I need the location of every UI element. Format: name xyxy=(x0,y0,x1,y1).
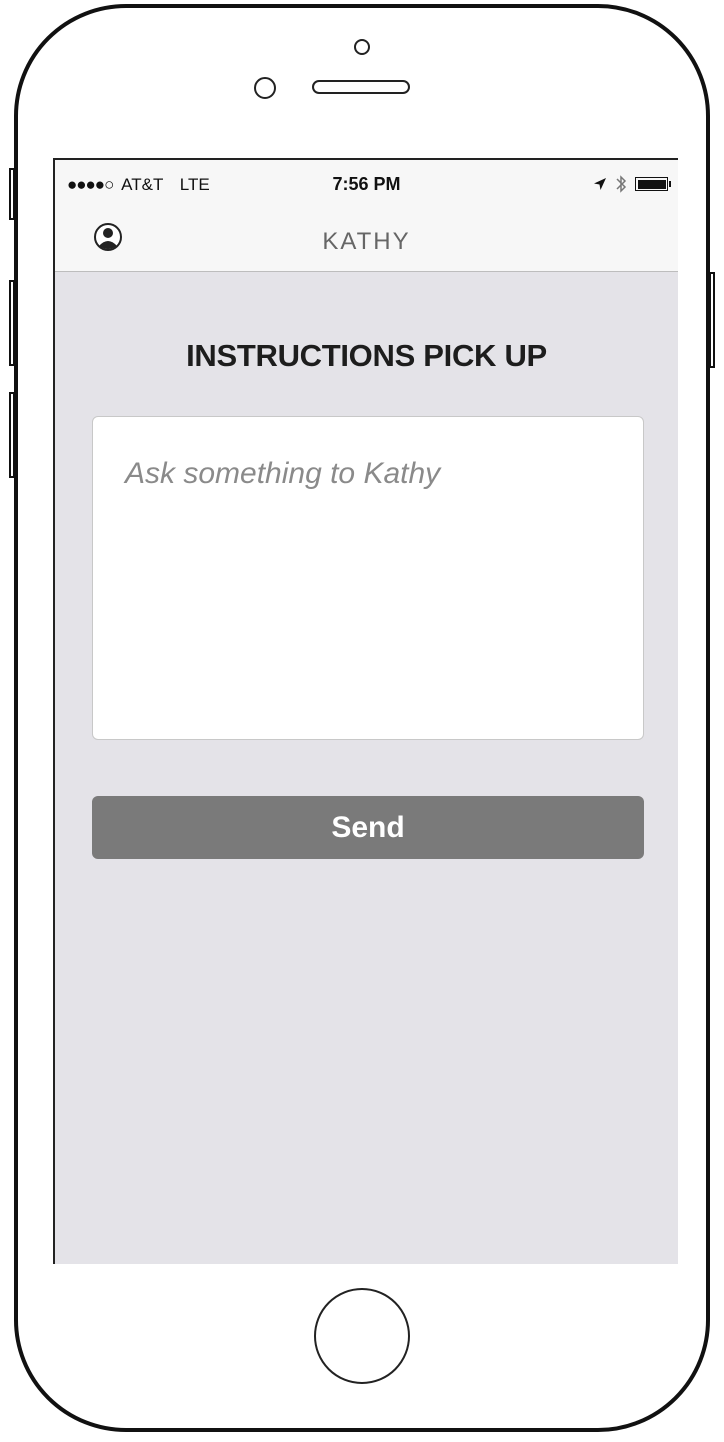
nav-title: KATHY xyxy=(322,228,411,255)
page-heading: INSTRUCTIONS PICK UP xyxy=(186,338,547,373)
mute-switch xyxy=(9,168,15,220)
front-camera xyxy=(354,39,370,55)
proximity-sensor xyxy=(254,77,276,99)
bluetooth-icon xyxy=(616,175,627,193)
status-bar: ●●●●○ AT&T LTE 7:56 PM xyxy=(55,160,678,208)
message-input[interactable]: Ask something to Kathy xyxy=(92,416,644,740)
power-button xyxy=(709,272,715,368)
volume-up-button xyxy=(9,280,15,366)
send-button[interactable]: Send xyxy=(92,796,644,859)
status-icons xyxy=(593,174,671,194)
earpiece-speaker xyxy=(312,80,410,94)
message-placeholder: Ask something to Kathy xyxy=(125,457,441,490)
home-button[interactable] xyxy=(314,1288,410,1384)
volume-down-button xyxy=(9,392,15,478)
screen: ●●●●○ AT&T LTE 7:56 PM KATHY INSTRUCTION… xyxy=(53,158,678,1264)
status-time: 7:56 PM xyxy=(332,174,401,194)
location-arrow-icon xyxy=(594,178,606,190)
battery-icon xyxy=(635,177,671,191)
navigation-bar: KATHY xyxy=(55,208,678,272)
